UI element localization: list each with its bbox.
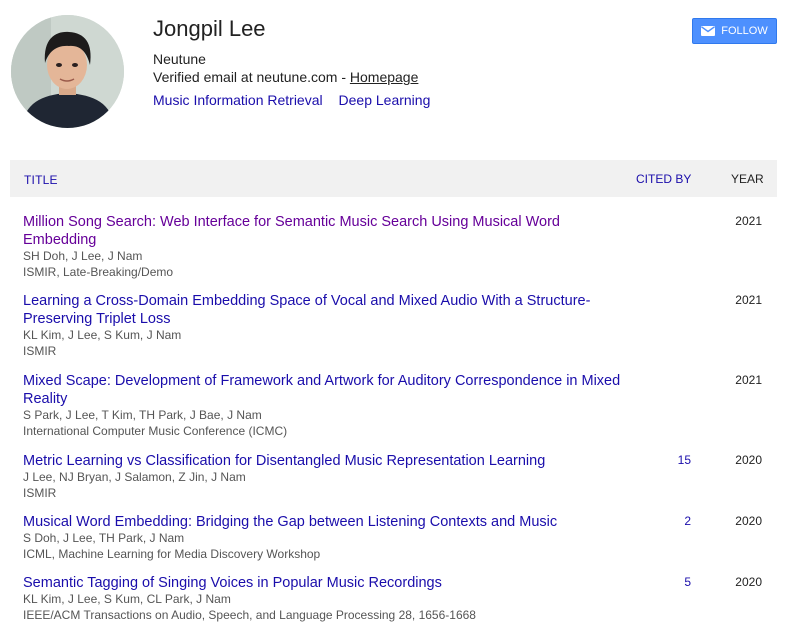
article-venue: ISMIR [23,485,57,500]
table-row: Learning a Cross-Domain Embedding Space … [23,292,773,359]
profile-affiliation: Neutune [153,51,206,67]
article-authors: KL Kim, J Lee, S Kum, CL Park, J Nam [23,592,231,606]
article-year: 2021 [735,373,762,387]
article-authors: KL Kim, J Lee, S Kum, J Nam [23,328,182,342]
sort-by-cited[interactable]: CITED BY [636,172,691,186]
follow-button[interactable]: FOLLOW [692,18,777,44]
article-year: 2020 [735,514,762,528]
article-year: 2021 [735,214,762,228]
article-title-link[interactable]: Mixed Scape: Development of Framework an… [23,372,633,408]
article-venue: IEEE/ACM Transactions on Audio, Speech, … [23,607,476,622]
article-year: 2020 [735,453,762,467]
table-row: Mixed Scape: Development of Framework an… [23,372,773,439]
article-venue: ISMIR [23,343,57,358]
article-year: 2020 [735,575,762,589]
follow-label: FOLLOW [721,25,768,37]
interest-link[interactable]: Deep Learning [339,92,431,108]
profile-name: Jongpil Lee [153,16,266,41]
mail-icon [701,26,716,36]
article-authors: SH Doh, J Lee, J Nam [23,249,143,263]
research-interests: Music Information Retrieval Deep Learnin… [153,92,442,108]
table-row: Semantic Tagging of Singing Voices in Po… [23,574,773,623]
sort-by-title[interactable]: TITLE [24,173,58,187]
table-row: Musical Word Embedding: Bridging the Gap… [23,513,773,562]
article-title-link[interactable]: Musical Word Embedding: Bridging the Gap… [23,513,633,531]
email-text: Verified email at neutune.com - [153,69,350,85]
article-title-link[interactable]: Metric Learning vs Classification for Di… [23,452,633,470]
article-venue: ISMIR, Late-Breaking/Demo [23,264,174,279]
table-row: Metric Learning vs Classification for Di… [23,452,773,501]
article-year: 2021 [735,293,762,307]
profile-email: Verified email at neutune.com - Homepage [153,69,418,85]
table-header: TITLE CITED BY YEAR [10,160,777,197]
article-title-link[interactable]: Million Song Search: Web Interface for S… [23,213,633,249]
cited-by-count[interactable]: 5 [643,575,691,589]
table-row: Million Song Search: Web Interface for S… [23,213,773,280]
profile-photo [11,15,124,128]
article-venue: International Computer Music Conference … [23,423,288,438]
interest-link[interactable]: Music Information Retrieval [153,92,323,108]
article-authors: J Lee, NJ Bryan, J Salamon, Z Jin, J Nam [23,470,246,484]
homepage-link[interactable]: Homepage [350,69,419,85]
article-venue: ICML, Machine Learning for Media Discove… [23,546,321,561]
sort-by-year[interactable]: YEAR [731,172,764,186]
article-authors: S Doh, J Lee, TH Park, J Nam [23,531,185,545]
article-title-link[interactable]: Learning a Cross-Domain Embedding Space … [23,292,633,328]
cited-by-count[interactable]: 2 [643,514,691,528]
article-title-link[interactable]: Semantic Tagging of Singing Voices in Po… [23,574,633,592]
cited-by-count[interactable]: 15 [643,453,691,467]
article-authors: S Park, J Lee, T Kim, TH Park, J Bae, J … [23,408,262,422]
